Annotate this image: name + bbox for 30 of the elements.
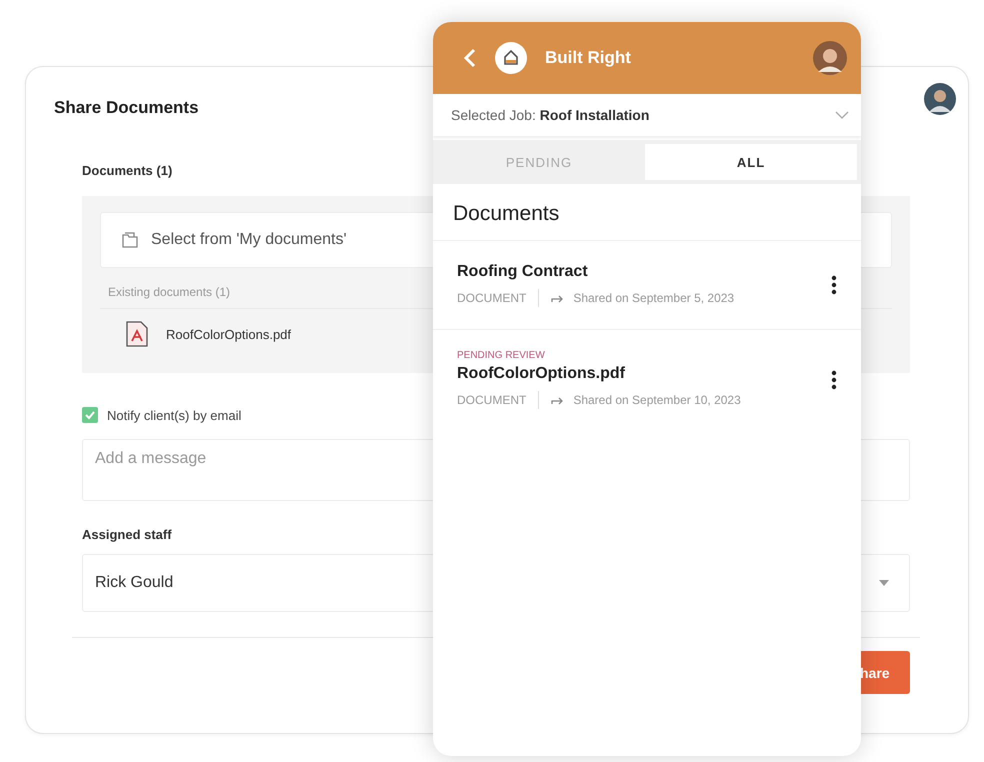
checkmark-icon xyxy=(84,409,96,421)
folder-icon xyxy=(121,231,139,249)
share-arrow-icon xyxy=(551,395,566,405)
share-arrow-icon xyxy=(551,293,566,303)
section-heading: Documents xyxy=(433,184,861,241)
document-name[interactable]: RoofColorOptions.pdf xyxy=(457,365,741,383)
panel-title: Share Documents xyxy=(54,98,199,118)
dropdown-icon xyxy=(879,580,889,586)
status-label: PENDING REVIEW xyxy=(457,350,546,361)
section-label: Assigned staff xyxy=(82,527,173,542)
shared-date: Shared on September 10, 2023 xyxy=(573,393,741,407)
document-type: DOCUMENT xyxy=(457,291,526,305)
more-icon[interactable] xyxy=(831,370,837,390)
chevron-down-icon xyxy=(835,111,849,119)
document-type: DOCUMENT xyxy=(457,393,526,407)
section-label: Documents (1) xyxy=(82,163,174,178)
avatar-icon[interactable] xyxy=(924,83,956,115)
tab[interactable]: ALL xyxy=(645,144,857,180)
avatar-icon[interactable] xyxy=(813,41,847,75)
checkbox[interactable] xyxy=(82,407,98,423)
job-label: Selected Job: Roof Installation xyxy=(451,107,650,123)
back-icon[interactable] xyxy=(463,48,477,68)
checkbox-label: Notify client(s) by email xyxy=(107,408,242,422)
shared-date: Shared on September 5, 2023 xyxy=(573,291,734,305)
job-selector[interactable]: Selected Job: Roof Installation xyxy=(433,94,861,136)
pdf-icon xyxy=(126,321,148,347)
house-logo-icon xyxy=(495,42,527,74)
file-name: RoofColorOptions.pdf xyxy=(166,326,292,342)
app-title: Built Right xyxy=(545,48,632,68)
more-icon[interactable] xyxy=(831,275,837,295)
